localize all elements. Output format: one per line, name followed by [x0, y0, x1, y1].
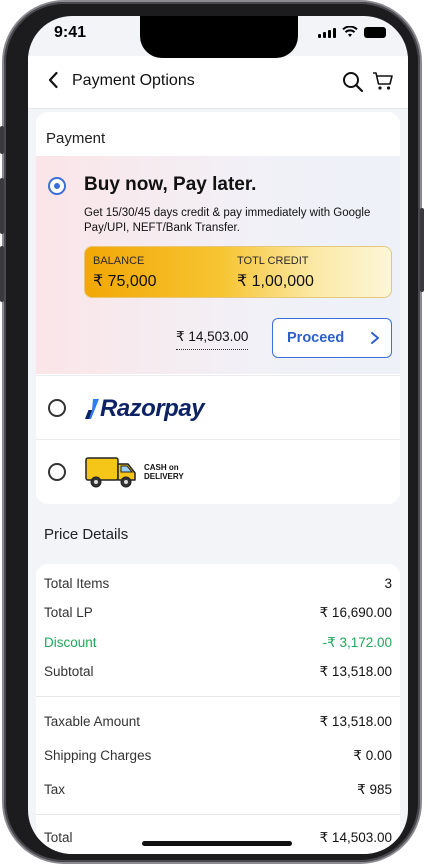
price-row-total-lp: Total LP ₹ 16,690.00	[44, 605, 392, 627]
volume-up-button	[0, 178, 4, 234]
notch	[140, 16, 298, 58]
price-row-value: 3	[384, 576, 392, 591]
price-row-value: ₹ 985	[357, 782, 392, 797]
price-row-value: ₹ 16,690.00	[319, 605, 392, 620]
price-row-label: Total LP	[44, 605, 93, 620]
cod-option[interactable]: CASH on DELIVERY	[36, 439, 400, 504]
price-details-title: Price Details	[44, 526, 129, 543]
phone-frame: 9:41 Payment Options Payment Buy now, Pa…	[0, 2, 424, 862]
wifi-icon	[342, 26, 358, 37]
price-row-label: Total Items	[44, 576, 110, 591]
price-row-label: Subtotal	[44, 664, 94, 679]
price-row-label: Taxable Amount	[44, 714, 141, 729]
divider	[36, 696, 400, 697]
bnpl-description: Get 15/30/45 days credit & pay immediate…	[84, 207, 371, 234]
total-credit-value: ₹ 1,00,000	[237, 273, 314, 290]
power-button	[420, 208, 424, 292]
price-row-subtotal: Subtotal ₹ 13,518.00	[44, 664, 392, 686]
price-details-card: Total Items 3 Total LP ₹ 16,690.00 Disco…	[36, 564, 400, 854]
razorpay-option[interactable]: Razorpay	[36, 375, 400, 440]
balance-label: BALANCE	[93, 255, 145, 267]
price-row-label: Tax	[44, 782, 66, 797]
price-row-tax: Tax ₹ 985	[44, 782, 392, 804]
cod-label-line1: CASH on	[144, 463, 179, 472]
price-row-label: Total	[44, 830, 73, 845]
price-row-shipping: Shipping Charges ₹ 0.00	[44, 748, 392, 770]
price-row-discount: Discount -₹ 3,172.00	[44, 635, 392, 657]
cart-icon[interactable]	[372, 70, 394, 92]
razorpay-logo-text: Razorpay	[100, 395, 205, 422]
divider	[36, 814, 400, 815]
bnpl-title: Buy now, Pay later.	[84, 174, 257, 195]
razorpay-mark-icon	[85, 399, 99, 419]
credit-summary: BALANCE ₹ 75,000 TOTL CREDIT ₹ 1,00,000	[84, 246, 392, 298]
razorpay-logo: Razorpay	[84, 394, 205, 424]
price-row-total-items: Total Items 3	[44, 576, 392, 598]
price-row-label: Discount	[44, 635, 97, 650]
home-indicator	[142, 841, 292, 846]
mute-switch	[0, 126, 4, 154]
page-title: Payment Options	[72, 72, 195, 89]
total-credit-label: TOTL CREDIT	[237, 255, 309, 267]
status-time: 9:41	[54, 24, 87, 41]
bnpl-option[interactable]: Buy now, Pay later. Get 15/30/45 days cr…	[36, 156, 400, 374]
signal-icon	[318, 28, 336, 38]
price-row-value: ₹ 14,503.00	[319, 830, 392, 845]
payment-section-title: Payment	[46, 130, 106, 147]
screen: 9:41 Payment Options Payment Buy now, Pa…	[28, 16, 408, 854]
volume-down-button	[0, 246, 4, 302]
battery-icon	[364, 27, 386, 38]
price-row-value: ₹ 13,518.00	[319, 664, 392, 679]
proceed-button[interactable]: Proceed	[272, 318, 392, 358]
balance-value: ₹ 75,000	[93, 273, 157, 290]
cod-label: CASH on DELIVERY	[144, 463, 184, 481]
delivery-truck-icon	[85, 457, 136, 488]
chevron-right-icon	[371, 332, 379, 344]
back-arrow-icon[interactable]	[44, 70, 64, 90]
price-row-label: Shipping Charges	[44, 748, 152, 763]
price-row-value: -₹ 3,172.00	[322, 635, 392, 650]
payment-card: Payment Buy now, Pay later. Get 15/30/45…	[36, 112, 400, 504]
cod-radio[interactable]	[48, 463, 66, 481]
search-icon[interactable]	[342, 71, 364, 93]
price-row-value: ₹ 13,518.00	[319, 714, 392, 729]
status-icons	[318, 26, 386, 38]
payable-amount: ₹ 14,503.00	[176, 329, 249, 350]
price-row-taxable: Taxable Amount ₹ 13,518.00	[44, 714, 392, 736]
price-row-value: ₹ 0.00	[353, 748, 392, 763]
proceed-label: Proceed	[287, 330, 345, 346]
app-header: Payment Options	[28, 56, 408, 109]
razorpay-radio[interactable]	[48, 399, 66, 417]
bnpl-radio[interactable]	[48, 177, 66, 195]
cod-label-line2: DELIVERY	[144, 472, 184, 481]
